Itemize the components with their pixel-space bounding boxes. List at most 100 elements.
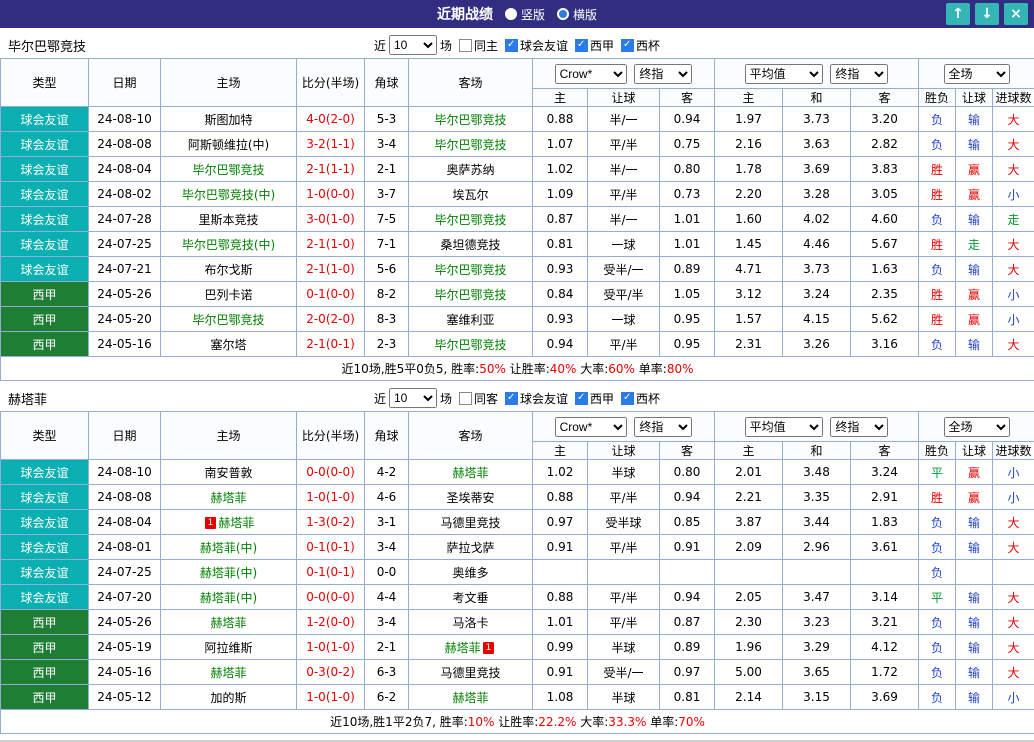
team-name: 马德里竞技 <box>440 516 500 530</box>
date-cell: 24-07-28 <box>89 207 161 232</box>
away-team-cell: 桑坦德竞技 <box>409 232 533 257</box>
score-cell: 3-0(1-0) <box>297 207 365 232</box>
odds-final-select[interactable]: 终指 <box>634 417 692 437</box>
date-cell: 24-07-20 <box>89 585 161 610</box>
down-arrow-icon: ↓ <box>981 6 993 22</box>
away-team-cell: 奥萨苏纳 <box>409 157 533 182</box>
avg-away-cell: 3.24 <box>851 460 919 485</box>
odds-home-cell: 0.94 <box>533 332 588 357</box>
goals-result-cell: 走 <box>993 207 1034 232</box>
avg-draw-cell: 4.46 <box>783 232 851 257</box>
average-select[interactable]: 平均值 <box>745 64 823 84</box>
odds-away-cell: 0.75 <box>660 132 715 157</box>
odds-home-cell: 0.93 <box>533 307 588 332</box>
score-cell: 1-2(0-0) <box>297 610 365 635</box>
date-cell: 24-08-04 <box>89 510 161 535</box>
col-corner: 角球 <box>365 412 409 460</box>
odds-away-cell: 0.91 <box>660 535 715 560</box>
full-match-select[interactable]: 全场 <box>944 64 1010 84</box>
cup-checkbox[interactable]: 西杯 <box>621 37 660 54</box>
red-card-badge: 1 <box>483 642 495 654</box>
odds-away-cell <box>660 560 715 585</box>
avg-home-cell: 2.20 <box>715 182 783 207</box>
score-cell: 0-1(0-1) <box>297 535 365 560</box>
table-row: 球会友谊24-07-28里斯本竞技3-0(1-0)7-5毕尔巴鄂竞技0.87半/… <box>1 207 1034 232</box>
date-cell: 24-08-10 <box>89 107 161 132</box>
odds-away-cell: 0.95 <box>660 307 715 332</box>
summary-segment: 单率: <box>646 715 678 729</box>
league-cell: 西甲 <box>1 307 89 332</box>
avg-away-cell: 2.35 <box>851 282 919 307</box>
team-name: 毕尔巴鄂竞技(中) <box>182 238 275 252</box>
full-match-group-header: 全场 <box>919 412 1034 442</box>
average-final-select[interactable]: 终指 <box>830 417 888 437</box>
match-count-select[interactable]: 10 <box>389 35 437 55</box>
move-up-button[interactable]: ↑ <box>946 3 970 25</box>
handicap-cell: 一球 <box>588 307 660 332</box>
away-team-cell: 赫塔菲 <box>409 460 533 485</box>
summary-segment: 10% <box>468 715 495 729</box>
summary-row: 近10场,胜1平2负7, 胜率:10% 让胜率:22.2% 大率:33.3% 单… <box>1 710 1034 734</box>
home-team-cell: 赫塔菲 <box>161 660 297 685</box>
same-venue-checkbox[interactable]: 同主 <box>459 37 498 54</box>
summary-segment: 近10场,胜5平0负5, 胜率: <box>342 362 480 376</box>
team-name: 毕尔巴鄂竞技 <box>192 313 264 327</box>
away-team-cell: 马洛卡 <box>409 610 533 635</box>
corner-cell: 5-6 <box>365 257 409 282</box>
laliga-checkbox[interactable]: 西甲 <box>575 390 614 407</box>
match-count-select[interactable]: 10 <box>389 388 437 408</box>
odds-final-select[interactable]: 终指 <box>634 64 692 84</box>
odds-home-cell: 0.88 <box>533 485 588 510</box>
friendly-checkbox[interactable]: 球会友谊 <box>505 390 568 407</box>
odds-away-cell: 0.94 <box>660 485 715 510</box>
avg-draw-cell: 3.44 <box>783 510 851 535</box>
close-button[interactable]: × <box>1004 3 1028 25</box>
handicap-result-cell: 赢 <box>956 485 993 510</box>
home-team-cell: 布尔戈斯 <box>161 257 297 282</box>
odds-source-select[interactable]: Crow* <box>555 64 627 84</box>
team-name: 斯图加特 <box>204 113 252 127</box>
avg-away-cell: 3.21 <box>851 610 919 635</box>
table-row: 西甲24-05-26赫塔菲1-2(0-0)3-4马洛卡1.01平/半0.872.… <box>1 610 1034 635</box>
team-name: 里斯本竞技 <box>198 213 258 227</box>
handicap-result-cell: 赢 <box>956 157 993 182</box>
avg-away-cell: 3.61 <box>851 535 919 560</box>
away-team-cell: 毕尔巴鄂竞技 <box>409 107 533 132</box>
home-team-cell: 毕尔巴鄂竞技(中) <box>161 232 297 257</box>
avg-away-cell: 3.16 <box>851 332 919 357</box>
team-name: 赫塔菲 <box>452 691 488 705</box>
average-select[interactable]: 平均值 <box>745 417 823 437</box>
results-tbody: 球会友谊24-08-10斯图加特4-0(2-0)5-3毕尔巴鄂竞技0.88半/一… <box>1 107 1034 357</box>
layout-horizontal-radio[interactable]: 横版 <box>557 6 597 23</box>
home-team-cell: 赫塔菲 <box>161 610 297 635</box>
team-section: 赫塔菲 近 10 场 同客 球会友谊 西甲 西杯 类型 日期 主场 比分(半场)… <box>0 385 1034 734</box>
date-cell: 24-08-08 <box>89 132 161 157</box>
score-cell: 0-0(0-0) <box>297 585 365 610</box>
col-score: 比分(半场) <box>297 412 365 460</box>
layout-vertical-radio[interactable]: 竖版 <box>505 6 545 23</box>
odds-source-select[interactable]: Crow* <box>555 417 627 437</box>
avg-draw-cell <box>783 560 851 585</box>
handicap-result-cell: 输 <box>956 332 993 357</box>
odds-home-cell: 0.97 <box>533 510 588 535</box>
league-cell: 西甲 <box>1 610 89 635</box>
date-cell: 24-05-20 <box>89 307 161 332</box>
move-down-button[interactable]: ↓ <box>975 3 999 25</box>
cup-checkbox[interactable]: 西杯 <box>621 390 660 407</box>
average-final-select[interactable]: 终指 <box>830 64 888 84</box>
friendly-checkbox[interactable]: 球会友谊 <box>505 37 568 54</box>
score-cell: 2-1(1-0) <box>297 257 365 282</box>
odds-away-cell: 1.01 <box>660 232 715 257</box>
date-cell: 24-08-10 <box>89 460 161 485</box>
handicap-result-cell: 输 <box>956 585 993 610</box>
col-score: 比分(半场) <box>297 59 365 107</box>
near-label: 近 <box>374 390 386 407</box>
team-name: 毕尔巴鄂竞技(中) <box>182 188 275 202</box>
same-venue-checkbox[interactable]: 同客 <box>459 390 498 407</box>
laliga-checkbox[interactable]: 西甲 <box>575 37 614 54</box>
full-match-select[interactable]: 全场 <box>944 417 1010 437</box>
avg-home-cell: 1.57 <box>715 307 783 332</box>
team-name: 阿拉维斯 <box>204 641 252 655</box>
odds-away-cell: 0.87 <box>660 610 715 635</box>
goals-result-cell: 大 <box>993 585 1034 610</box>
